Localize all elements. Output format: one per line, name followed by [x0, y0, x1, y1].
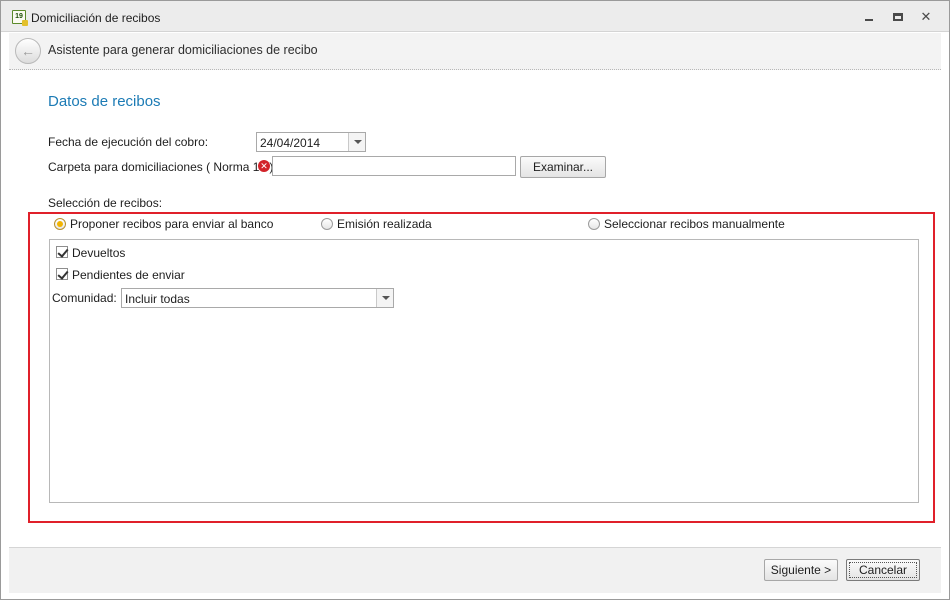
pendientes-label: Pendientes de enviar: [72, 268, 185, 282]
radio-indicator: [321, 218, 333, 230]
wizard-header: ← Asistente para generar domiciliaciones…: [9, 33, 941, 70]
dialog-window: 19 Domiciliación de recibos ✕ ← Asistent…: [0, 0, 950, 600]
section-title: Datos de recibos: [48, 93, 161, 110]
radio-selected-indicator: [54, 218, 66, 230]
back-arrow-icon: ←: [21, 43, 35, 59]
carpeta-input[interactable]: [272, 156, 516, 176]
fecha-label: Fecha de ejecución del cobro:: [48, 135, 209, 149]
cancel-label: Cancelar: [858, 563, 908, 577]
radio-label: Proponer recibos para enviar al banco: [70, 217, 274, 231]
maximize-button[interactable]: [887, 8, 909, 26]
close-button[interactable]: ✕: [915, 8, 937, 26]
cancel-button[interactable]: Cancelar: [846, 559, 920, 581]
wizard-title: Asistente para generar domiciliaciones d…: [48, 43, 318, 57]
dropdown-arrow-icon[interactable]: [348, 133, 365, 151]
app-icon: 19: [12, 10, 28, 26]
maximize-icon: [893, 13, 903, 21]
window-title: Domiciliación de recibos: [31, 11, 161, 25]
back-button[interactable]: ←: [15, 38, 41, 64]
pendientes-checkbox[interactable]: [56, 268, 68, 280]
carpeta-label: Carpeta para domiciliaciones ( Norma 19 …: [48, 160, 277, 174]
next-button[interactable]: Siguiente >: [764, 559, 838, 581]
dropdown-arrow-icon[interactable]: [376, 289, 393, 307]
comunidad-value: Incluir todas: [125, 292, 190, 306]
error-icon: ✕: [258, 160, 270, 172]
radio-indicator: [588, 218, 600, 230]
comunidad-label: Comunidad:: [52, 291, 117, 305]
comunidad-select[interactable]: Incluir todas: [121, 288, 394, 308]
devueltos-label: Devueltos: [72, 246, 126, 260]
title-bar: 19 Domiciliación de recibos ✕: [1, 1, 949, 32]
seleccion-label: Selección de recibos:: [48, 196, 163, 210]
fecha-date-picker[interactable]: 24/04/2014: [256, 132, 366, 152]
minimize-icon: [865, 19, 873, 21]
radio-label: Seleccionar recibos manualmente: [604, 217, 785, 231]
browse-button[interactable]: Examinar...: [520, 156, 606, 178]
devueltos-checkbox[interactable]: [56, 246, 68, 258]
radio-label: Emisión realizada: [337, 217, 432, 231]
minimize-button[interactable]: [858, 8, 880, 26]
close-icon: ✕: [920, 9, 932, 24]
fecha-value: 24/04/2014: [260, 136, 321, 150]
